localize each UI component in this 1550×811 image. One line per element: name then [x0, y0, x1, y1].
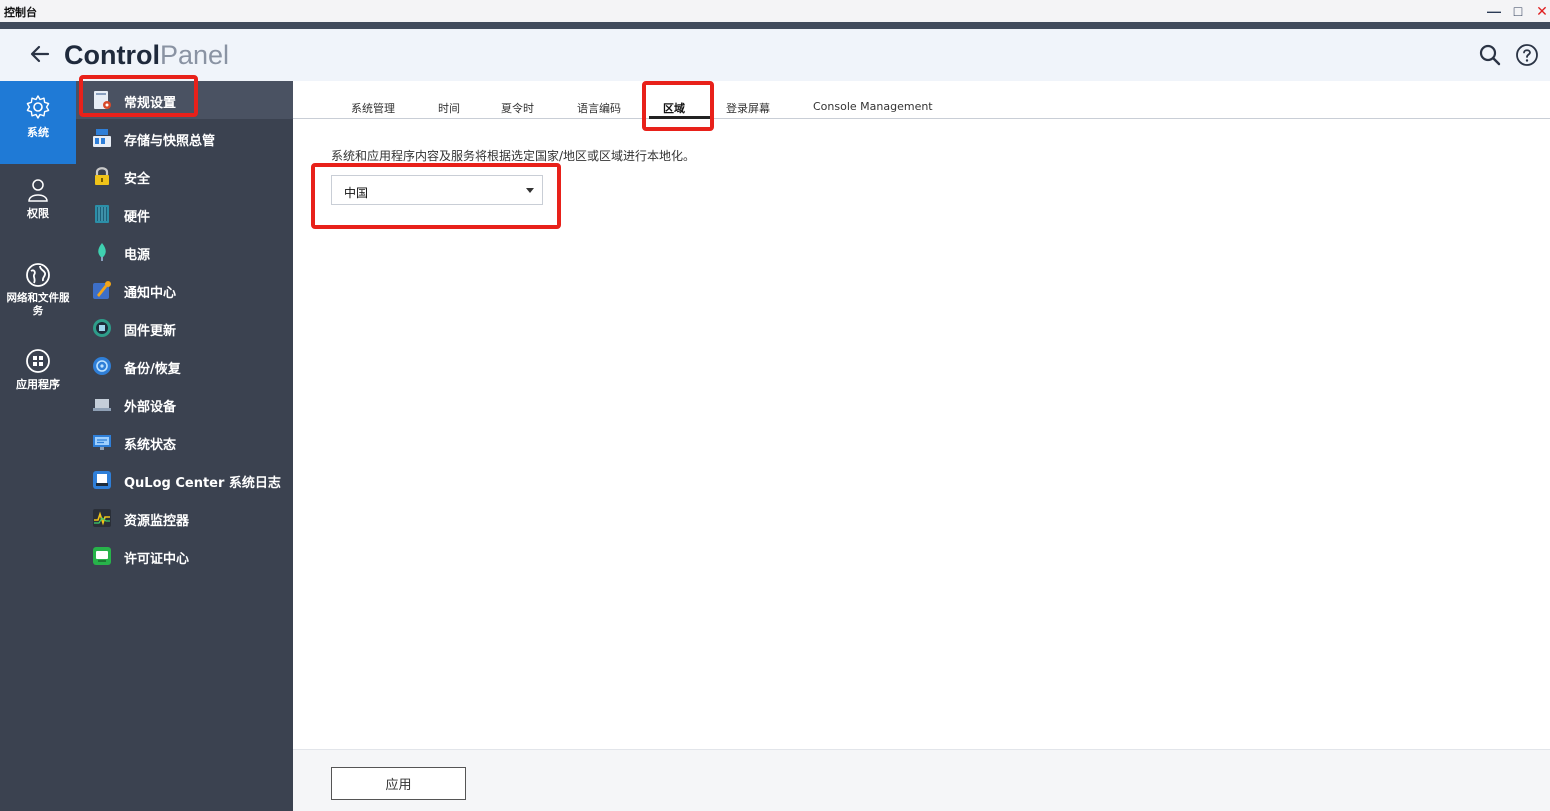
submenu-item-storage[interactable]: 存储与快照总管 [76, 119, 293, 157]
submenu-label: 系统状态 [124, 438, 177, 453]
firmware-update-icon [93, 319, 111, 337]
help-icon[interactable] [1515, 43, 1539, 67]
general-settings-icon [94, 91, 111, 109]
window-titlebar: 控制台 — □ ✕ [0, 0, 1550, 22]
submenu-item-security[interactable]: 安全 [76, 157, 293, 195]
qulog-icon [93, 471, 111, 489]
submenu-label: 硬件 [124, 210, 151, 225]
backup-restore-icon [93, 357, 111, 375]
submenu-item-backup-restore[interactable]: 备份/恢复 [76, 347, 293, 385]
submenu-label: QuLog Center 系统日志 [124, 476, 281, 491]
license-center-icon [93, 547, 111, 565]
storage-icon [93, 129, 111, 147]
submenu-label: 外部设备 [124, 400, 177, 415]
window-title: 控制台 [4, 6, 37, 19]
tab-login-screen[interactable]: 登录屏幕 [726, 100, 770, 116]
hardware-icon [95, 205, 109, 223]
tab-bar: 系统管理 时间 夏令时 语言编码 区域 登录屏幕 Console Managem… [293, 81, 1550, 119]
submenu-item-general-settings[interactable]: 常规设置 [76, 81, 293, 119]
external-device-icon [93, 399, 111, 411]
category-rail: 系统 权限 网络和文件服务 应用程序 [0, 81, 76, 811]
user-icon [28, 179, 48, 202]
notification-icon [93, 281, 111, 299]
security-icon [95, 167, 109, 185]
rail-item-permissions[interactable]: 权限 [0, 177, 76, 237]
submenu-label: 资源监控器 [124, 514, 190, 529]
app-title-bold: Control [64, 40, 160, 70]
rail-item-system[interactable]: 系统 [0, 81, 76, 164]
region-select-value: 中国 [344, 186, 369, 200]
system-status-icon [93, 435, 111, 450]
tab-region[interactable]: 区域 [663, 100, 685, 116]
submenu-item-firmware-update[interactable]: 固件更新 [76, 309, 293, 347]
submenu-item-system-status[interactable]: 系统状态 [76, 423, 293, 461]
chevron-down-icon [526, 188, 534, 193]
region-description: 系统和应用程序内容及服务将根据选定国家/地区或区域进行本地化。 [331, 149, 696, 163]
tab-console-management[interactable]: Console Management [813, 100, 933, 113]
window-controls: — □ ✕ [1486, 2, 1550, 20]
footer-bar: 应用 [293, 749, 1550, 811]
back-arrow-icon[interactable] [28, 41, 52, 67]
tab-language-encoding[interactable]: 语言编码 [577, 100, 621, 116]
rail-label-system: 系统 [27, 126, 49, 139]
app-title-light: Panel [159, 40, 230, 70]
submenu-label: 通知中心 [124, 286, 177, 301]
maximize-button[interactable]: □ [1510, 2, 1526, 20]
rail-label-apps: 应用程序 [16, 378, 60, 391]
power-icon [98, 243, 106, 261]
rail-item-network[interactable]: 网络和文件服务 [0, 262, 76, 328]
main-content: 系统管理 时间 夏令时 语言编码 区域 登录屏幕 Console Managem… [293, 81, 1550, 811]
tab-system-management[interactable]: 系统管理 [351, 100, 395, 116]
submenu-item-hardware[interactable]: 硬件 [76, 195, 293, 233]
rail-label-network: 网络和文件服务 [6, 292, 70, 317]
submenu-label: 电源 [124, 248, 151, 263]
submenu-item-license-center[interactable]: 许可证中心 [76, 537, 293, 575]
app-title: ControlPanel [64, 40, 229, 70]
apps-icon [26, 349, 50, 373]
submenu-item-external-device[interactable]: 外部设备 [76, 385, 293, 423]
region-select[interactable]: 中国 [331, 175, 543, 205]
minimize-button[interactable]: — [1486, 2, 1502, 20]
search-icon[interactable] [1478, 43, 1502, 67]
submenu: 常规设置 存储与快照总管 安全 硬件 电源 通知中心 固件更新 备份/恢复 外部… [76, 81, 293, 811]
apply-button[interactable]: 应用 [331, 767, 466, 800]
submenu-label: 许可证中心 [124, 552, 190, 567]
submenu-item-power[interactable]: 电源 [76, 233, 293, 271]
rail-label-permissions: 权限 [27, 207, 49, 220]
gear-icon [26, 95, 50, 119]
submenu-item-notification[interactable]: 通知中心 [76, 271, 293, 309]
submenu-item-resource-monitor[interactable]: 资源监控器 [76, 499, 293, 537]
submenu-label: 存储与快照总管 [124, 134, 216, 149]
app-header: ControlPanel [0, 29, 1550, 81]
tab-dst[interactable]: 夏令时 [501, 100, 534, 116]
close-button[interactable]: ✕ [1534, 2, 1550, 20]
submenu-label: 固件更新 [124, 324, 177, 339]
submenu-item-qulog-center[interactable]: QuLog Center 系统日志 [76, 461, 293, 499]
rail-item-apps[interactable]: 应用程序 [0, 348, 76, 398]
resource-monitor-icon [93, 509, 111, 527]
active-tab-indicator [649, 116, 711, 119]
window-accent-bar [0, 22, 1550, 29]
submenu-label: 常规设置 [124, 96, 177, 111]
tab-time[interactable]: 时间 [438, 100, 460, 116]
submenu-label: 安全 [124, 172, 151, 187]
submenu-label: 备份/恢复 [124, 362, 181, 377]
globe-icon [26, 263, 50, 287]
